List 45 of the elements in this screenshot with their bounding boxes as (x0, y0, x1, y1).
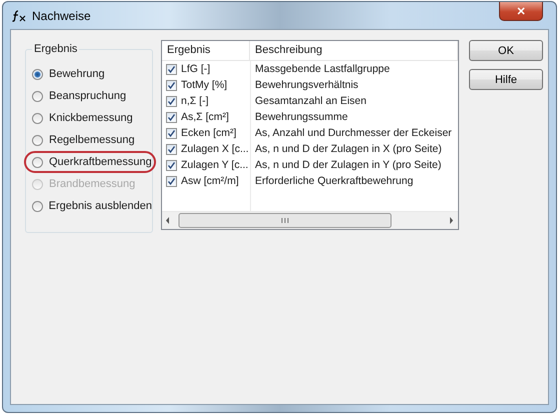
table-cell: Ecken [cm²] (181, 127, 236, 139)
window-title: Nachweise (32, 8, 91, 22)
radio-button[interactable] (32, 90, 43, 102)
checkbox[interactable] (166, 112, 177, 122)
radio-button[interactable] (32, 134, 43, 146)
checkbox[interactable] (166, 128, 177, 138)
table-cell-text: As, n und D der Zulagen in Y (pro Seite) (254, 158, 442, 173)
table-cell: LfG [-] (181, 63, 210, 75)
group-title: Ergebnis (32, 43, 80, 55)
radio-button[interactable] (32, 156, 43, 168)
radio-label: Ergebnis ausblenden (48, 200, 152, 212)
radio-button[interactable] (32, 112, 43, 124)
dialog-button[interactable]: Hilfe (469, 69, 543, 90)
table-cell-text: As, Anzahl und Durchmesser der Eckeiser (254, 126, 453, 141)
table-cell: n,Σ [-] (181, 95, 208, 107)
radio-label: Bewehrung (49, 68, 105, 80)
checkbox[interactable] (166, 64, 177, 74)
radio-button[interactable] (32, 68, 43, 80)
table-cell-text: Bewehrungssumme (254, 110, 349, 125)
table-cell: Zulagen X [c... (181, 143, 249, 155)
checkbox[interactable] (166, 160, 177, 170)
radio-label: Brandbemessung (49, 178, 136, 190)
checkbox[interactable] (166, 144, 177, 154)
radio-label: Querkraftbemessung (49, 156, 152, 168)
table-cell: As,Σ [cm²] (181, 111, 229, 123)
checkbox[interactable] (166, 96, 177, 106)
radio-label: Beanspruchung (49, 90, 126, 102)
function-icon (12, 10, 26, 22)
close-button[interactable]: ✕ (499, 2, 543, 21)
table-cell: TotMy [%] (181, 79, 228, 91)
column-header[interactable]: Ergebnis (162, 41, 250, 60)
table-cell: Zulagen Y [c... (181, 159, 248, 171)
dialog-button[interactable]: OK (469, 40, 543, 61)
checkbox[interactable] (166, 80, 177, 90)
table-cell-text: Erforderliche Querkraftbewehrung (254, 174, 414, 189)
checkbox[interactable] (166, 176, 177, 186)
column-header[interactable]: Beschreibung (250, 41, 458, 60)
radio-label: Regelbemessung (49, 134, 135, 146)
radio-button[interactable] (32, 200, 43, 212)
radio-label: Knickbemessung (49, 112, 133, 124)
table-cell-text: As, n und D der Zulagen in X (pro Seite) (254, 142, 443, 157)
table-cell-text: Bewehrungsverhältnis (254, 78, 360, 93)
table-cell: Asw [cm²/m] (181, 175, 239, 187)
table-cell-text: Gesamtanzahl an Eisen (254, 94, 368, 109)
table-cell-text: Massgebende Lastfallgruppe (254, 62, 391, 77)
